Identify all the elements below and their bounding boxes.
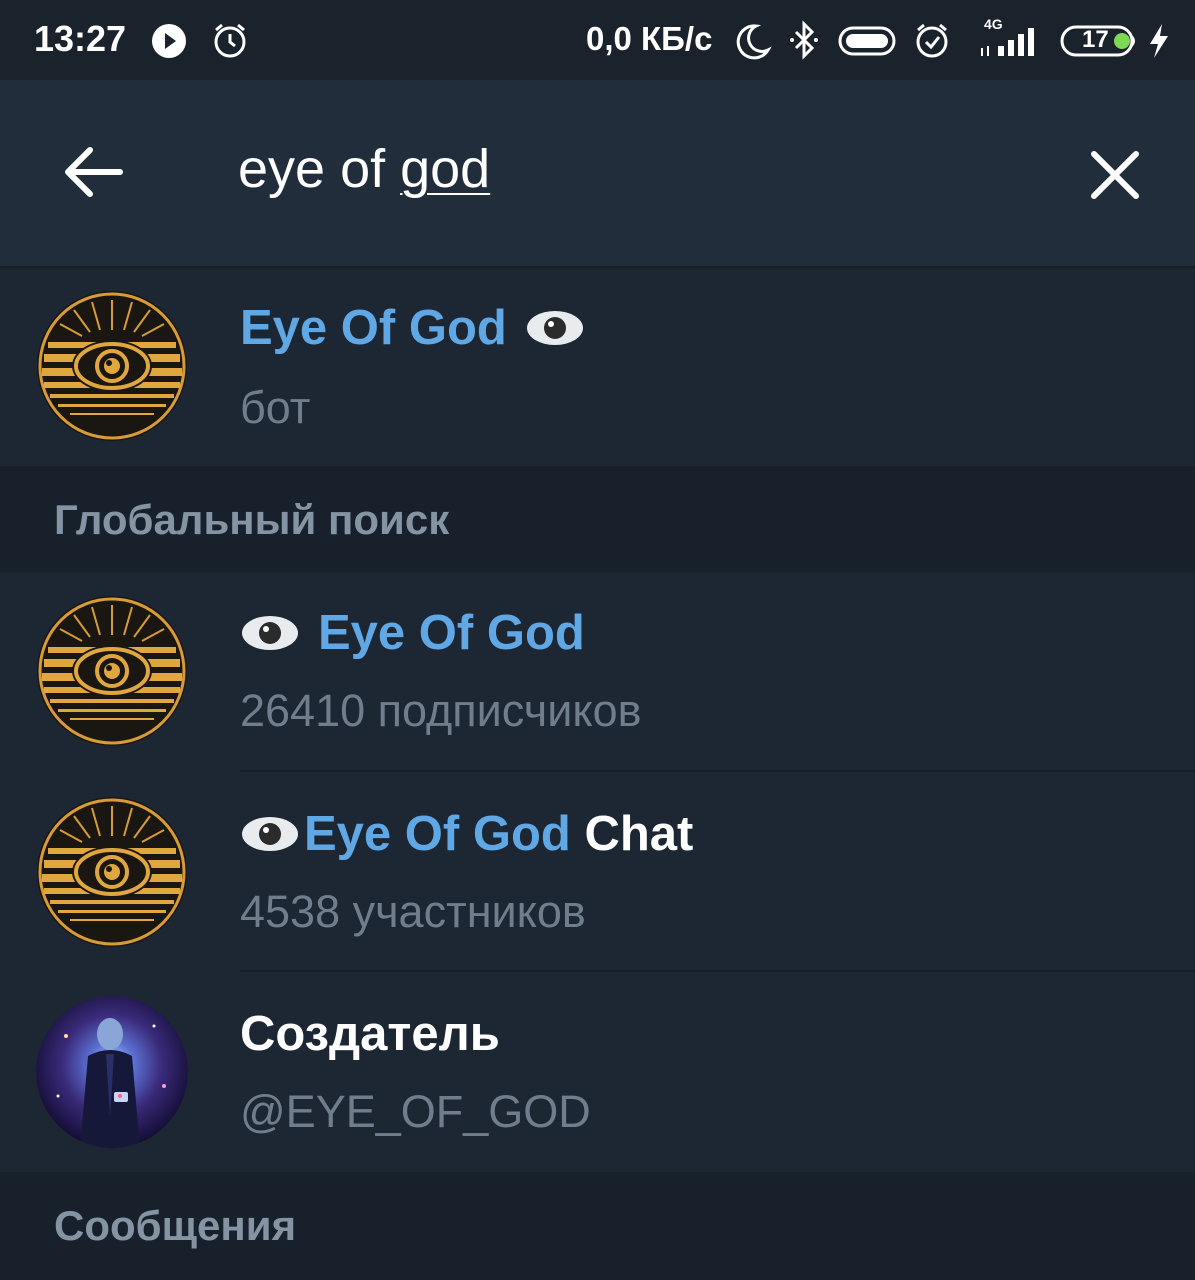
network-speed: 0,0 КБ/с (586, 20, 713, 57)
result-subtitle: @EYE_OF_GOD (240, 1086, 591, 1137)
arrow-left-icon[interactable] (58, 142, 128, 202)
avatar-eye-of-god (36, 595, 188, 747)
section-messages: Сообщения (0, 1172, 1195, 1280)
search-result-channel[interactable]: Eye Of God 26410 подписчиков (0, 573, 1195, 771)
avatar-eye-of-god (36, 796, 188, 948)
battery-level: 17 (1082, 26, 1109, 53)
result-title-rest: Chat (570, 807, 694, 861)
section-label: Сообщения (54, 1202, 297, 1249)
search-result-bot[interactable]: Eye Of God бот (0, 270, 1195, 466)
result-subtitle: 26410 подписчиков (240, 685, 642, 736)
close-icon[interactable] (1086, 146, 1144, 204)
search-result-chat[interactable]: Eye Of God Chat 4538 участников (0, 772, 1195, 970)
charging-icon (1150, 24, 1168, 58)
avatar-eye-of-god (36, 290, 188, 442)
search-query-text: eye of (238, 139, 401, 199)
section-global-search: Глобальный поиск (0, 466, 1195, 573)
section-label: Глобальный поиск (54, 496, 450, 543)
play-circle-icon (152, 24, 186, 58)
eye-emoji-icon (526, 311, 583, 345)
search-header: eye of god (0, 80, 1195, 266)
alarm-icon (214, 23, 246, 58)
result-title-plain: Создатель (240, 1007, 500, 1061)
result-title-highlight: Eye Of God (318, 606, 585, 660)
result-title: Eye Of God (240, 605, 585, 661)
avatar-creator (36, 996, 188, 1148)
result-subtitle: бот (240, 382, 311, 433)
result-title: Eye Of God (240, 300, 585, 356)
alarm-icon (916, 23, 948, 58)
bluetooth-icon (790, 20, 818, 60)
result-title-highlight: Eye Of God (304, 807, 571, 861)
signal-icon (981, 28, 1034, 56)
search-result-user[interactable]: Создатель @EYE_OF_GOD (0, 972, 1195, 1170)
result-title: Eye Of God Chat (240, 806, 693, 862)
toggle-icon (838, 26, 896, 56)
eye-emoji-icon (242, 817, 298, 851)
search-input[interactable]: eye of god (238, 138, 1018, 208)
eye-emoji-icon (242, 616, 298, 650)
result-title: Создатель (240, 1006, 500, 1062)
status-time: 13:27 (34, 18, 127, 59)
moon-icon (736, 24, 772, 60)
result-title-highlight: Eye Of God (240, 301, 507, 355)
status-bar: 13:27 0,0 КБ/с 4G 17 (0, 0, 1195, 80)
result-subtitle: 4538 участников (240, 886, 586, 937)
search-query-composing: god (400, 139, 491, 199)
